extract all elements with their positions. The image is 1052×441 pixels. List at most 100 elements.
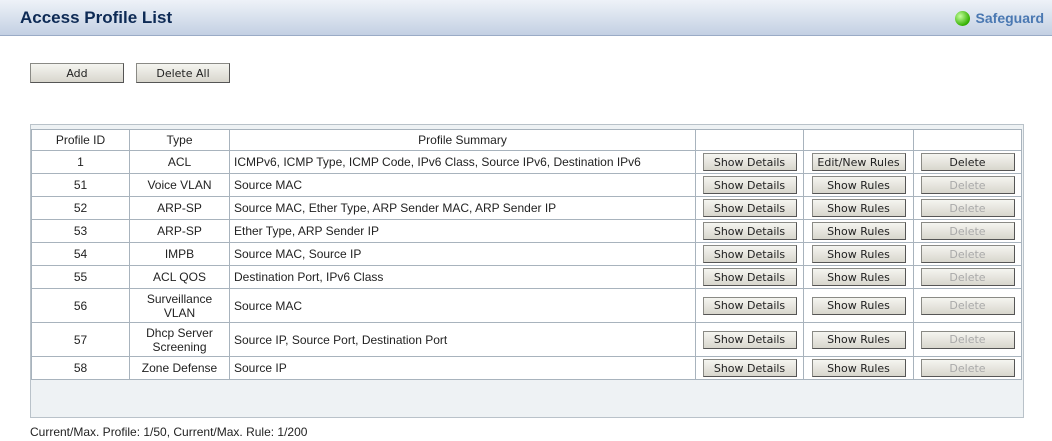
delete-profile-button-cell: Delete xyxy=(913,219,1022,243)
show-details-button-cell: Show Details xyxy=(695,356,804,380)
show-rules-button-cell: Show Rules xyxy=(803,219,914,243)
profile-table-panel: Profile ID Type Profile Summary 1 ACL ICMP… xyxy=(30,124,1024,418)
delete-profile-button-cell: Delete xyxy=(913,356,1022,380)
column-header-profile-id: Profile ID xyxy=(31,129,130,151)
profile-id-cell: 54 xyxy=(31,242,130,266)
show-details-button[interactable]: Show Details xyxy=(702,296,797,315)
show-details-button-cell: Show Details xyxy=(695,242,804,266)
profile-id-cell: 53 xyxy=(31,219,130,243)
delete-profile-button[interactable]: Delete xyxy=(920,153,1015,171)
table-header-row: Profile ID Type Profile Summary xyxy=(31,129,1022,151)
profile-type-cell: Surveillance VLAN xyxy=(129,288,230,323)
profile-summary-cell: Source MAC xyxy=(229,288,696,323)
show-rules-button[interactable]: Show Rules xyxy=(811,176,906,194)
show-rules-button-cell: Show Rules xyxy=(803,288,914,323)
delete-profile-button-cell: Delete xyxy=(913,173,1022,197)
show-rules-button-cell: Show Rules xyxy=(803,322,914,357)
safeguard-label: Safeguard xyxy=(975,10,1044,26)
delete-profile-button: Delete xyxy=(920,245,1015,263)
table-row: 57 Dhcp Server Screening Source IP, Source… xyxy=(31,322,1022,357)
table-row: 58 Zone Defense Source IP Show Details Show … xyxy=(31,356,1022,380)
show-rules-button[interactable]: Show Rules xyxy=(811,359,906,377)
profile-id-cell: 52 xyxy=(31,196,130,220)
delete-profile-button: Delete xyxy=(920,199,1015,217)
delete-profile-button-cell: Delete xyxy=(913,242,1022,266)
show-details-button-cell: Show Details xyxy=(695,265,804,289)
profile-type-cell: ARP-SP xyxy=(129,219,230,243)
delete-profile-button: Delete xyxy=(920,268,1015,286)
delete-profile-button-cell: Delete xyxy=(913,196,1022,220)
column-header-rules xyxy=(803,129,914,151)
profile-summary-cell: Source IP, Source Port, Destination Port xyxy=(229,322,696,357)
profile-id-cell: 1 xyxy=(31,150,130,174)
profile-id-cell: 51 xyxy=(31,173,130,197)
safeguard-indicator: Safeguard xyxy=(954,10,1044,26)
show-details-button-cell: Show Details xyxy=(695,219,804,243)
show-rules-button-cell: Show Rules xyxy=(803,173,914,197)
show-details-button[interactable]: Show Details xyxy=(702,199,797,217)
show-details-button[interactable]: Show Details xyxy=(702,359,797,377)
profile-type-cell: IMPB xyxy=(129,242,230,266)
delete-profile-button-cell: Delete xyxy=(913,265,1022,289)
show-details-button-cell: Show Details xyxy=(695,150,804,174)
page-title: Access Profile List xyxy=(20,8,173,27)
edit-new-rules-button[interactable]: Edit/New Rules xyxy=(811,153,906,171)
show-rules-button[interactable]: Show Rules xyxy=(811,268,906,286)
show-rules-button[interactable]: Show Rules xyxy=(811,245,906,263)
profile-summary-cell: ICMPv6, ICMP Type, ICMP Code, IPv6 Class… xyxy=(229,150,696,174)
edit-new-rules-button-cell: Edit/New Rules xyxy=(803,150,914,174)
profile-summary-cell: Source IP xyxy=(229,356,696,380)
profile-id-cell: 57 xyxy=(31,322,130,357)
column-header-details xyxy=(695,129,804,151)
delete-profile-button-cell: Delete xyxy=(913,288,1022,323)
delete-profile-button-cell: Delete xyxy=(913,150,1022,174)
show-details-button[interactable]: Show Details xyxy=(702,330,797,349)
show-details-button[interactable]: Show Details xyxy=(702,268,797,286)
profile-summary-cell: Destination Port, IPv6 Class xyxy=(229,265,696,289)
delete-profile-button: Delete xyxy=(920,296,1015,315)
table-row: 54 IMPB Source MAC, Source IP Show Details S… xyxy=(31,242,1022,266)
profile-summary-cell: Source MAC, Source IP xyxy=(229,242,696,266)
show-details-button[interactable]: Show Details xyxy=(702,176,797,194)
table-row: 51 Voice VLAN Source MAC Show Details Show R… xyxy=(31,173,1022,197)
show-rules-button-cell: Show Rules xyxy=(803,265,914,289)
delete-profile-button: Delete xyxy=(920,359,1015,377)
show-details-button[interactable]: Show Details xyxy=(702,153,797,171)
profile-id-cell: 58 xyxy=(31,356,130,380)
table-row: 52 ARP-SP Source MAC, Ether Type, ARP Send… xyxy=(31,196,1022,220)
show-rules-button-cell: Show Rules xyxy=(803,242,914,266)
show-rules-button-cell: Show Rules xyxy=(803,356,914,380)
profile-type-cell: ACL QOS xyxy=(129,265,230,289)
profile-rule-count-status: Current/Max. Profile: 1/50, Current/Max.… xyxy=(30,425,308,439)
show-details-button[interactable]: Show Details xyxy=(702,222,797,240)
show-rules-button[interactable]: Show Rules xyxy=(811,222,906,240)
delete-all-button[interactable]: Delete All xyxy=(136,63,230,83)
column-header-delete xyxy=(913,129,1022,151)
show-details-button-cell: Show Details xyxy=(695,173,804,197)
table-row: 53 ARP-SP Ether Type, ARP Sender IP Show De… xyxy=(31,219,1022,243)
profile-type-cell: Zone Defense xyxy=(129,356,230,380)
show-rules-button[interactable]: Show Rules xyxy=(811,199,906,217)
title-bar: Access Profile List Safeguard xyxy=(0,0,1052,36)
table-row: 1 ACL ICMPv6, ICMP Type, ICMP Code, IPv6 C… xyxy=(31,150,1022,174)
profile-summary-cell: Source MAC xyxy=(229,173,696,197)
profile-id-cell: 55 xyxy=(31,265,130,289)
show-rules-button-cell: Show Rules xyxy=(803,196,914,220)
column-header-type: Type xyxy=(129,129,230,151)
profile-summary-cell: Source MAC, Ether Type, ARP Sender MAC, … xyxy=(229,196,696,220)
show-details-button-cell: Show Details xyxy=(695,288,804,323)
table-row: 56 Surveillance VLAN Source MAC Show Detail… xyxy=(31,288,1022,323)
show-details-button-cell: Show Details xyxy=(695,196,804,220)
delete-profile-button-cell: Delete xyxy=(913,322,1022,357)
table-row: 55 ACL QOS Destination Port, IPv6 Class Sho… xyxy=(31,265,1022,289)
column-header-profile-summary: Profile Summary xyxy=(229,129,696,151)
profile-type-cell: ACL xyxy=(129,150,230,174)
show-details-button[interactable]: Show Details xyxy=(702,245,797,263)
show-rules-button[interactable]: Show Rules xyxy=(811,296,906,315)
add-button[interactable]: Add xyxy=(30,63,124,83)
delete-profile-button: Delete xyxy=(920,330,1015,349)
profile-summary-cell: Ether Type, ARP Sender IP xyxy=(229,219,696,243)
delete-profile-button: Delete xyxy=(920,176,1015,194)
profile-type-cell: Dhcp Server Screening xyxy=(129,322,230,357)
show-rules-button[interactable]: Show Rules xyxy=(811,330,906,349)
